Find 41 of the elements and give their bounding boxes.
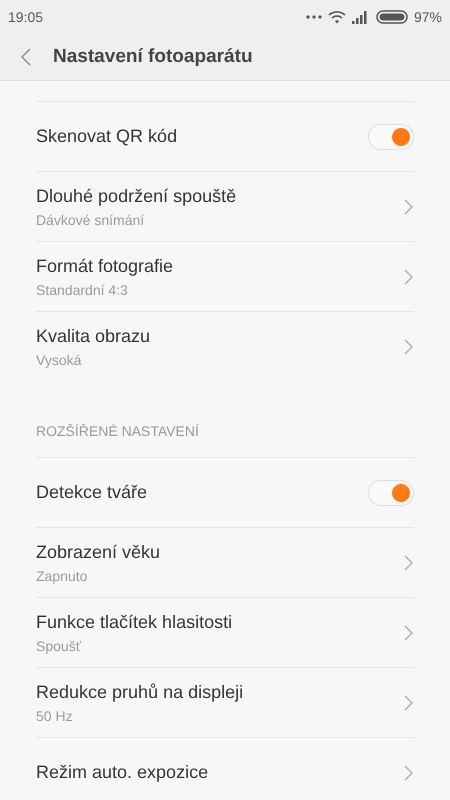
wifi-icon	[328, 10, 346, 24]
settings-row[interactable]: Detekce tváře	[36, 457, 414, 527]
chevron-icon	[404, 198, 413, 214]
setting-title: Formát fotografie	[36, 256, 174, 276]
setting-title: Zobrazení věku	[36, 542, 160, 562]
setting-value: Dávkové snímání	[36, 212, 146, 228]
settings-row[interactable]: Funkce tlačítek hlasitosti Spoušť	[36, 597, 414, 667]
screen-title: Nastavení fotoaparátu	[53, 46, 253, 68]
chevron-icon	[404, 338, 413, 354]
battery-icon	[376, 10, 408, 24]
setting-title: Dlouhé podržení spouště	[36, 186, 236, 206]
setting-title: Skenovat QR kód	[36, 126, 178, 147]
settings-row[interactable]: Skenovat QR kód	[36, 101, 414, 171]
settings-row[interactable]: Zobrazení věku Zapnuto	[36, 527, 414, 597]
setting-value: Vysoká	[36, 352, 82, 368]
setting-title: Redukce pruhů na displeji	[36, 682, 244, 702]
chevron-icon	[404, 268, 413, 284]
setting-value: 50 Hz	[36, 708, 74, 724]
settings-row[interactable]: Kvalita obrazu Vysoká	[36, 311, 414, 381]
toggle-switch[interactable]	[368, 480, 414, 506]
setting-title: Detekce tváře	[36, 482, 148, 503]
toggle-switch[interactable]	[368, 124, 414, 150]
setting-title: Režim auto. expozice	[36, 762, 208, 783]
section-heading: ROZŠÍŘENÉ NASTAVENÍ	[36, 422, 200, 441]
chevron-icon	[404, 764, 413, 780]
settings-row[interactable]: Redukce pruhů na displeji 50 Hz	[36, 667, 414, 737]
more-dots-icon	[306, 15, 322, 19]
settings-row[interactable]: Formát fotografie Standardní 4:3	[36, 241, 414, 311]
settings-row[interactable]: Režim auto. expozice	[36, 737, 414, 800]
chevron-icon	[404, 694, 413, 710]
battery-percentage: 97%	[414, 9, 442, 25]
back-icon[interactable]	[21, 48, 31, 66]
chevron-icon	[404, 554, 413, 570]
chevron-icon	[404, 624, 413, 640]
setting-title: Funkce tlačítek hlasitosti	[36, 612, 232, 632]
setting-title: Kvalita obrazu	[36, 326, 150, 346]
setting-value: Spoušť	[36, 638, 82, 654]
setting-value: Zapnuto	[36, 568, 88, 584]
settings-row[interactable]: Dlouhé podržení spouště Dávkové snímání	[36, 171, 414, 241]
status-time: 19:05	[8, 9, 44, 25]
setting-value: Standardní 4:3	[36, 282, 129, 298]
